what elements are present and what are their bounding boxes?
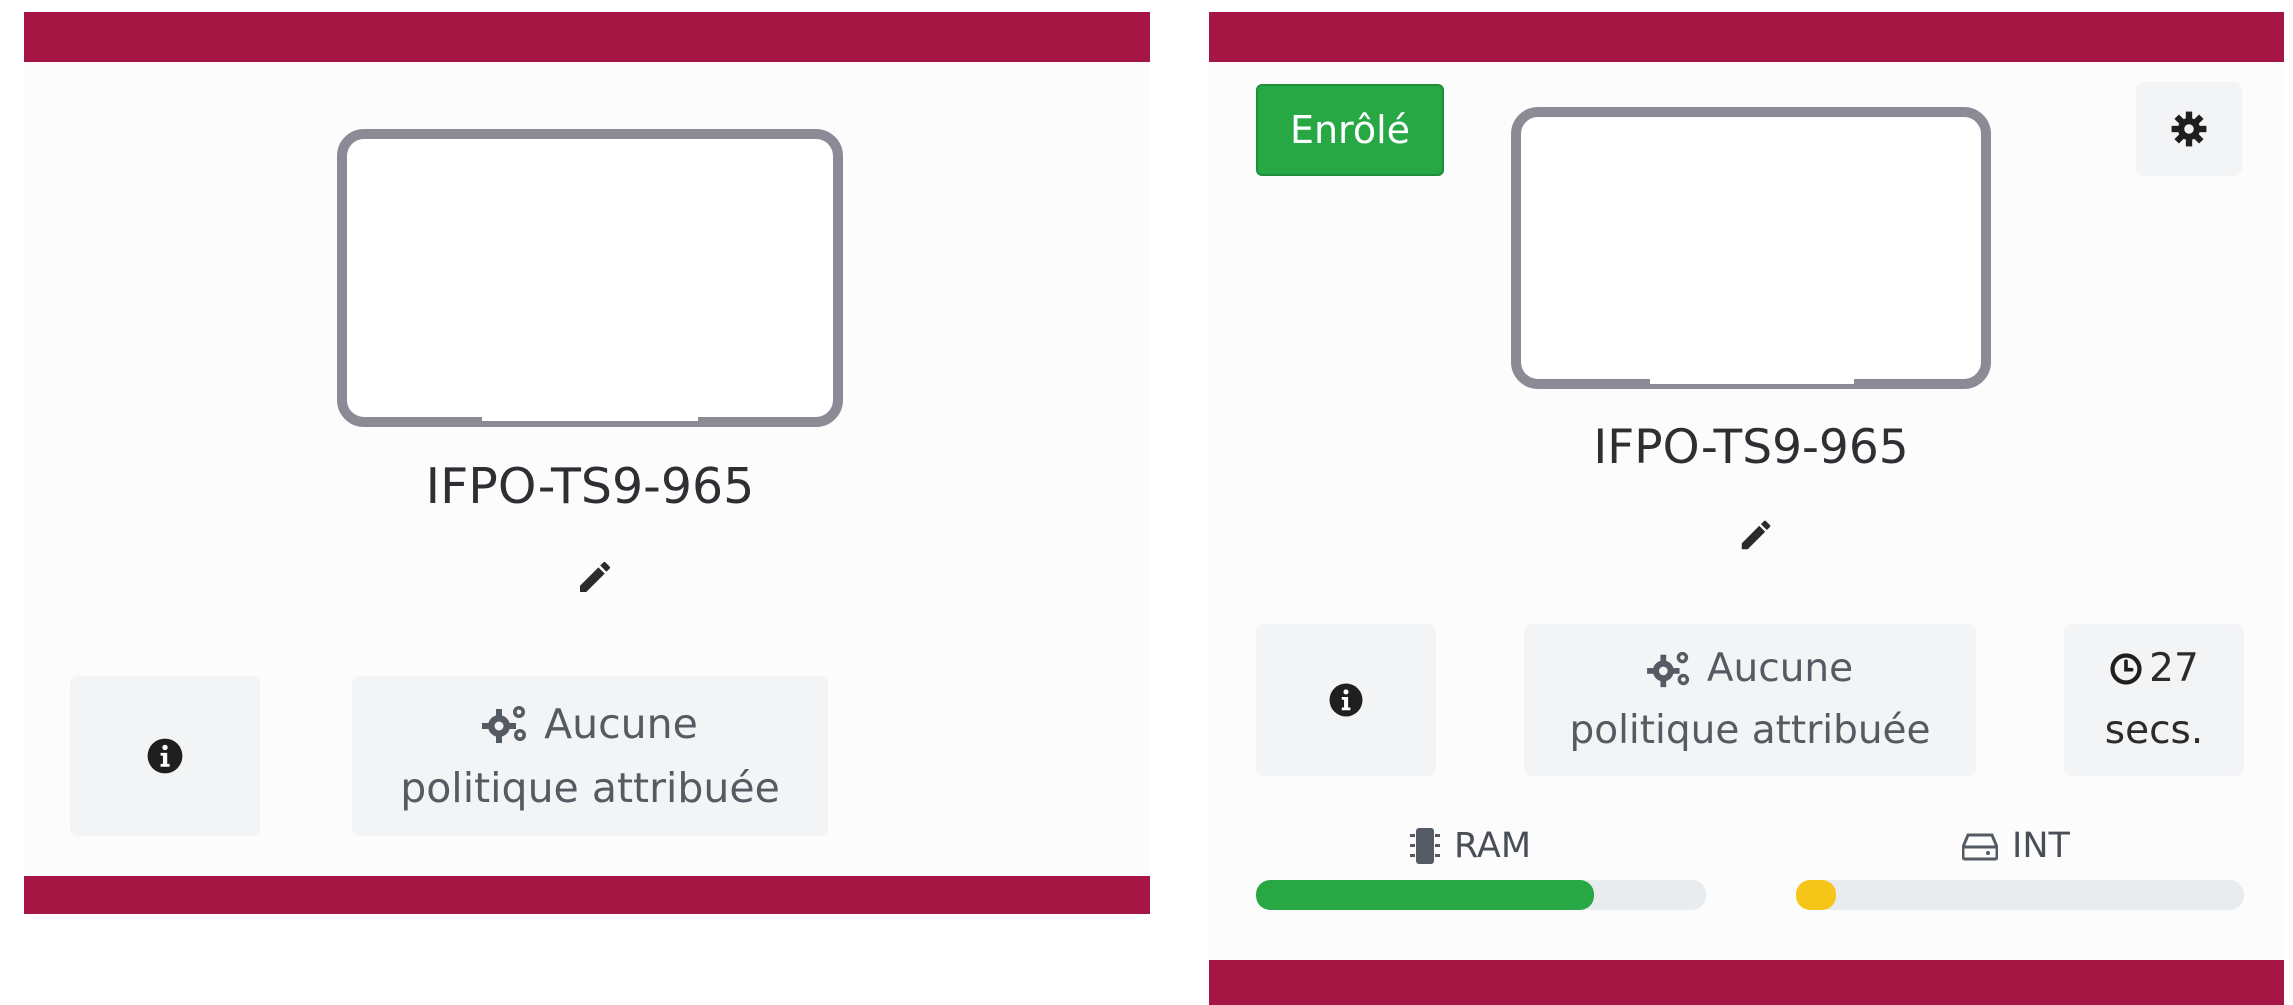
policy-button[interactable]: Aucune politique attribuée bbox=[1524, 624, 1976, 776]
card-top-bar bbox=[24, 12, 1150, 62]
edit-name-button[interactable] bbox=[1732, 510, 1780, 560]
policy-line2: politique attribuée bbox=[400, 764, 780, 812]
monitor-icon bbox=[337, 129, 843, 427]
pencil-icon bbox=[580, 561, 610, 592]
edit-name-button[interactable] bbox=[570, 550, 620, 604]
ram-meter-fill bbox=[1256, 880, 1594, 910]
policy-line2: politique attribuée bbox=[1569, 708, 1931, 753]
storage-meter-fill bbox=[1796, 880, 1837, 910]
ram-label-text: RAM bbox=[1454, 826, 1532, 866]
info-button[interactable] bbox=[70, 676, 260, 836]
clock-icon bbox=[2110, 653, 2142, 685]
cogs-icon bbox=[1646, 651, 1689, 688]
cogs-icon bbox=[482, 706, 527, 743]
policy-line1: Aucune bbox=[1706, 646, 1854, 691]
ram-meter bbox=[1256, 880, 1706, 910]
storage-label: INT bbox=[1962, 826, 2070, 866]
hdd-icon bbox=[1962, 833, 1998, 861]
settings-button[interactable] bbox=[2136, 82, 2242, 176]
policy-line1: Aucune bbox=[544, 700, 698, 748]
last-seen-tile[interactable]: 27 secs. bbox=[2064, 624, 2244, 776]
info-circle-icon bbox=[147, 738, 183, 774]
policy-button[interactable]: Aucune politique attribuée bbox=[352, 676, 828, 836]
storage-label-text: INT bbox=[2012, 826, 2070, 866]
last-seen-value: 27 bbox=[2149, 646, 2199, 691]
monitor-icon bbox=[1511, 107, 1991, 389]
card-bottom-bar bbox=[24, 876, 1150, 914]
memory-chip-icon bbox=[1410, 828, 1440, 864]
ram-label: RAM bbox=[1410, 826, 1531, 866]
info-button[interactable] bbox=[1256, 624, 1436, 776]
gear-icon bbox=[2171, 111, 2207, 147]
storage-meter bbox=[1796, 880, 2244, 910]
pencil-icon bbox=[1741, 520, 1771, 550]
card-bottom-bar bbox=[1209, 960, 2284, 1005]
device-name: IFPO-TS9-965 bbox=[425, 458, 755, 515]
card-top-bar bbox=[1209, 12, 2284, 62]
info-circle-icon bbox=[1329, 683, 1363, 717]
device-name: IFPO-TS9-965 bbox=[1593, 420, 1909, 475]
last-seen-unit: secs. bbox=[2104, 708, 2204, 753]
enrolled-status-badge: Enrôlé bbox=[1256, 84, 1444, 176]
